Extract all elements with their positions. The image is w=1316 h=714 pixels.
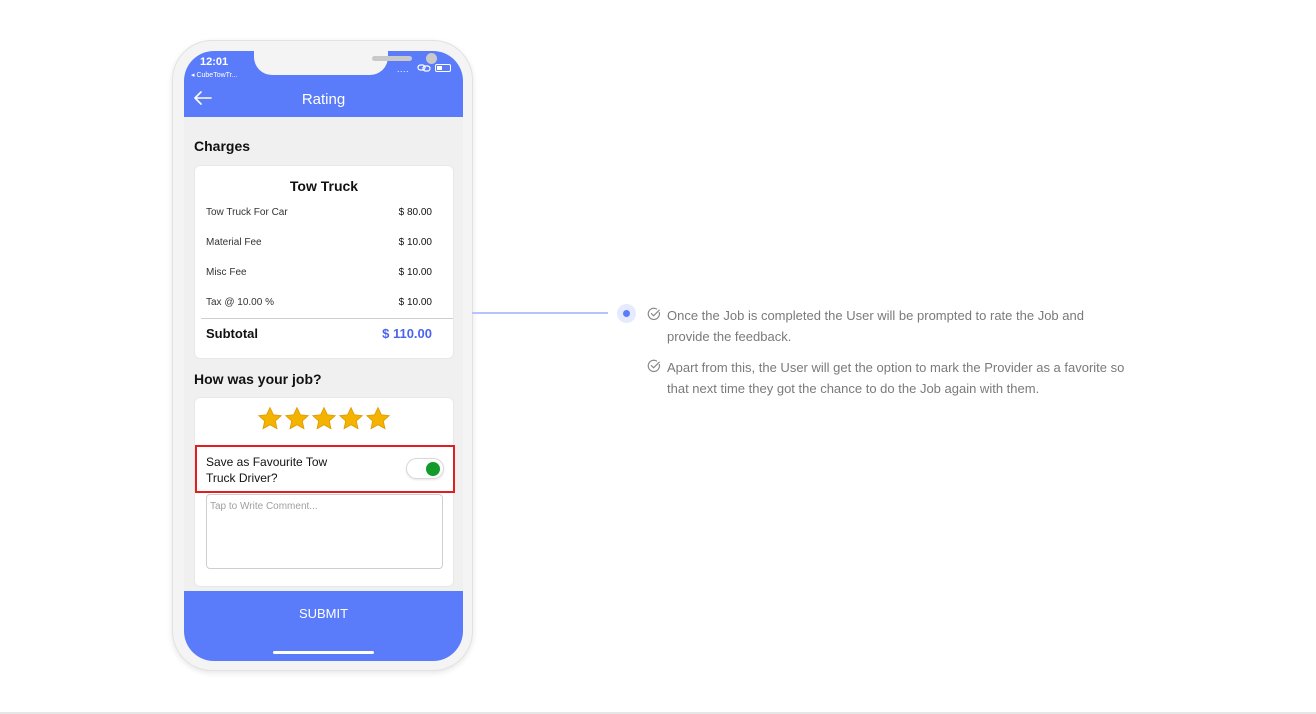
star-icon[interactable] [311,406,337,432]
callout-connector [472,312,608,314]
note-text: Apart from this, the User will get the o… [667,360,1125,396]
page: 12:01 ◂ CubeTowTr... .... Rating Charges [0,0,1316,714]
rating-card: Save as Favourite Tow Truck Driver? Tap … [194,397,455,587]
charge-label: Misc Fee [206,267,247,278]
charge-label: Tax @ 10.00 % [206,297,274,308]
rating-heading: How was your job? [194,371,322,387]
app-bar: 12:01 ◂ CubeTowTr... .... Rating [184,51,463,117]
charge-label: Material Fee [206,237,262,248]
home-indicator [273,651,374,654]
star-icon[interactable] [338,406,364,432]
callout-dot [617,304,636,323]
check-circle-icon [647,359,661,373]
divider [201,318,453,319]
check-circle-icon [647,307,661,321]
link-icon [417,64,431,72]
status-icons: .... [397,63,453,74]
favourite-label: Save as Favourite Tow Truck Driver? [206,455,328,485]
charges-card: Tow Truck Tow Truck For Car $ 80.00 Mate… [194,165,454,359]
charge-row: Tow Truck For Car $ 80.00 [206,207,432,221]
speaker [372,56,412,61]
charge-value: $ 10.00 [398,237,432,248]
star-rating[interactable] [257,406,397,434]
service-title: Tow Truck [289,178,359,194]
submit-button[interactable]: SUBMIT [184,591,463,661]
subtotal-label: Subtotal [206,326,258,341]
status-back-app[interactable]: ◂ CubeTowTr... [191,71,237,79]
star-icon[interactable] [365,406,391,432]
favourite-highlight: Save as Favourite Tow Truck Driver? [195,445,455,493]
subtotal-value: $ 110.00 [382,326,432,341]
status-time: 12:01 [200,56,229,68]
note-text: Once the Job is completed the User will … [667,308,1084,344]
star-icon[interactable] [257,406,283,432]
submit-label: SUBMIT [298,606,349,621]
battery-icon [435,64,451,72]
phone-notch [254,51,437,75]
star-icon[interactable] [284,406,310,432]
comment-placeholder: Tap to Write Comment... [210,501,318,512]
charge-row: Misc Fee $ 10.00 [206,267,432,281]
charge-label: Tow Truck For Car [206,207,288,218]
charge-value: $ 10.00 [398,267,432,278]
phone-screen: 12:01 ◂ CubeTowTr... .... Rating Charges [184,51,463,661]
signal-icon: .... [397,64,410,74]
charge-row: Material Fee $ 10.00 [206,237,432,251]
comment-textarea[interactable]: Tap to Write Comment... [206,494,443,569]
toggle-knob [426,462,440,476]
page-title: Rating [301,91,346,108]
charge-value: $ 10.00 [398,297,432,308]
charge-row: Tax @ 10.00 % $ 10.00 [206,297,432,311]
favourite-toggle[interactable] [406,458,444,479]
callout-dot-inner [623,310,630,317]
charge-value: $ 80.00 [398,207,432,218]
phone-mockup: 12:01 ◂ CubeTowTr... .... Rating Charges [172,40,473,671]
charges-heading: Charges [194,138,251,154]
